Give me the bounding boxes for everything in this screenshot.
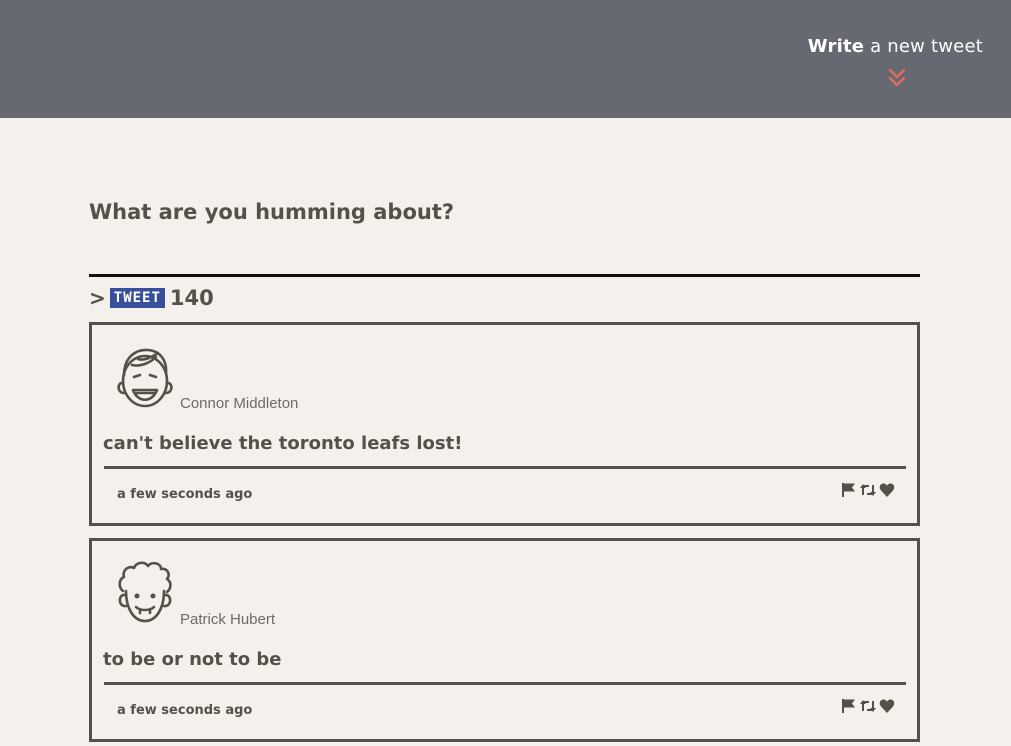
tweet-text-input[interactable] <box>89 240 920 277</box>
tweet-text: can't believe the toronto leafs lost! <box>103 433 463 454</box>
flag-icon[interactable] <box>841 482 857 498</box>
composer-controls: > TWEET 140 <box>89 284 214 312</box>
avatar <box>118 561 172 623</box>
prompt-caret: > <box>89 286 106 310</box>
retweet-icon[interactable] <box>860 698 876 714</box>
chevron-double-down-icon[interactable] <box>888 67 906 89</box>
tweet-divider <box>104 682 906 685</box>
tweet-actions <box>841 482 895 498</box>
tweet-text: to be or not to be <box>103 649 282 670</box>
character-counter: 140 <box>169 286 214 310</box>
avatar <box>117 348 173 408</box>
composer-prompt-label: What are you humming about? <box>89 200 455 224</box>
tweet-submit-button[interactable]: TWEET <box>109 288 165 308</box>
tweet-author: Connor Middleton <box>180 395 299 412</box>
tweet-timestamp: a few seconds ago <box>117 703 253 718</box>
tweet-card: Connor Middleton can't believe the toron… <box>89 322 920 526</box>
heart-icon[interactable] <box>879 482 895 498</box>
tweet-timestamp: a few seconds ago <box>117 487 253 502</box>
flag-icon[interactable] <box>841 698 857 714</box>
tweet-divider <box>104 466 906 469</box>
retweet-icon[interactable] <box>860 482 876 498</box>
write-label-rest: a new tweet <box>864 36 983 57</box>
top-navigation-bar: Write a new tweet <box>0 0 1011 118</box>
write-new-tweet-link[interactable]: Write a new tweet <box>808 36 983 58</box>
write-label-bold: Write <box>807 36 865 57</box>
tweet-actions <box>841 698 895 714</box>
tweet-author: Patrick Hubert <box>180 611 276 628</box>
heart-icon[interactable] <box>879 698 895 714</box>
tweet-card: Patrick Hubert to be or not to be a few … <box>89 538 920 742</box>
